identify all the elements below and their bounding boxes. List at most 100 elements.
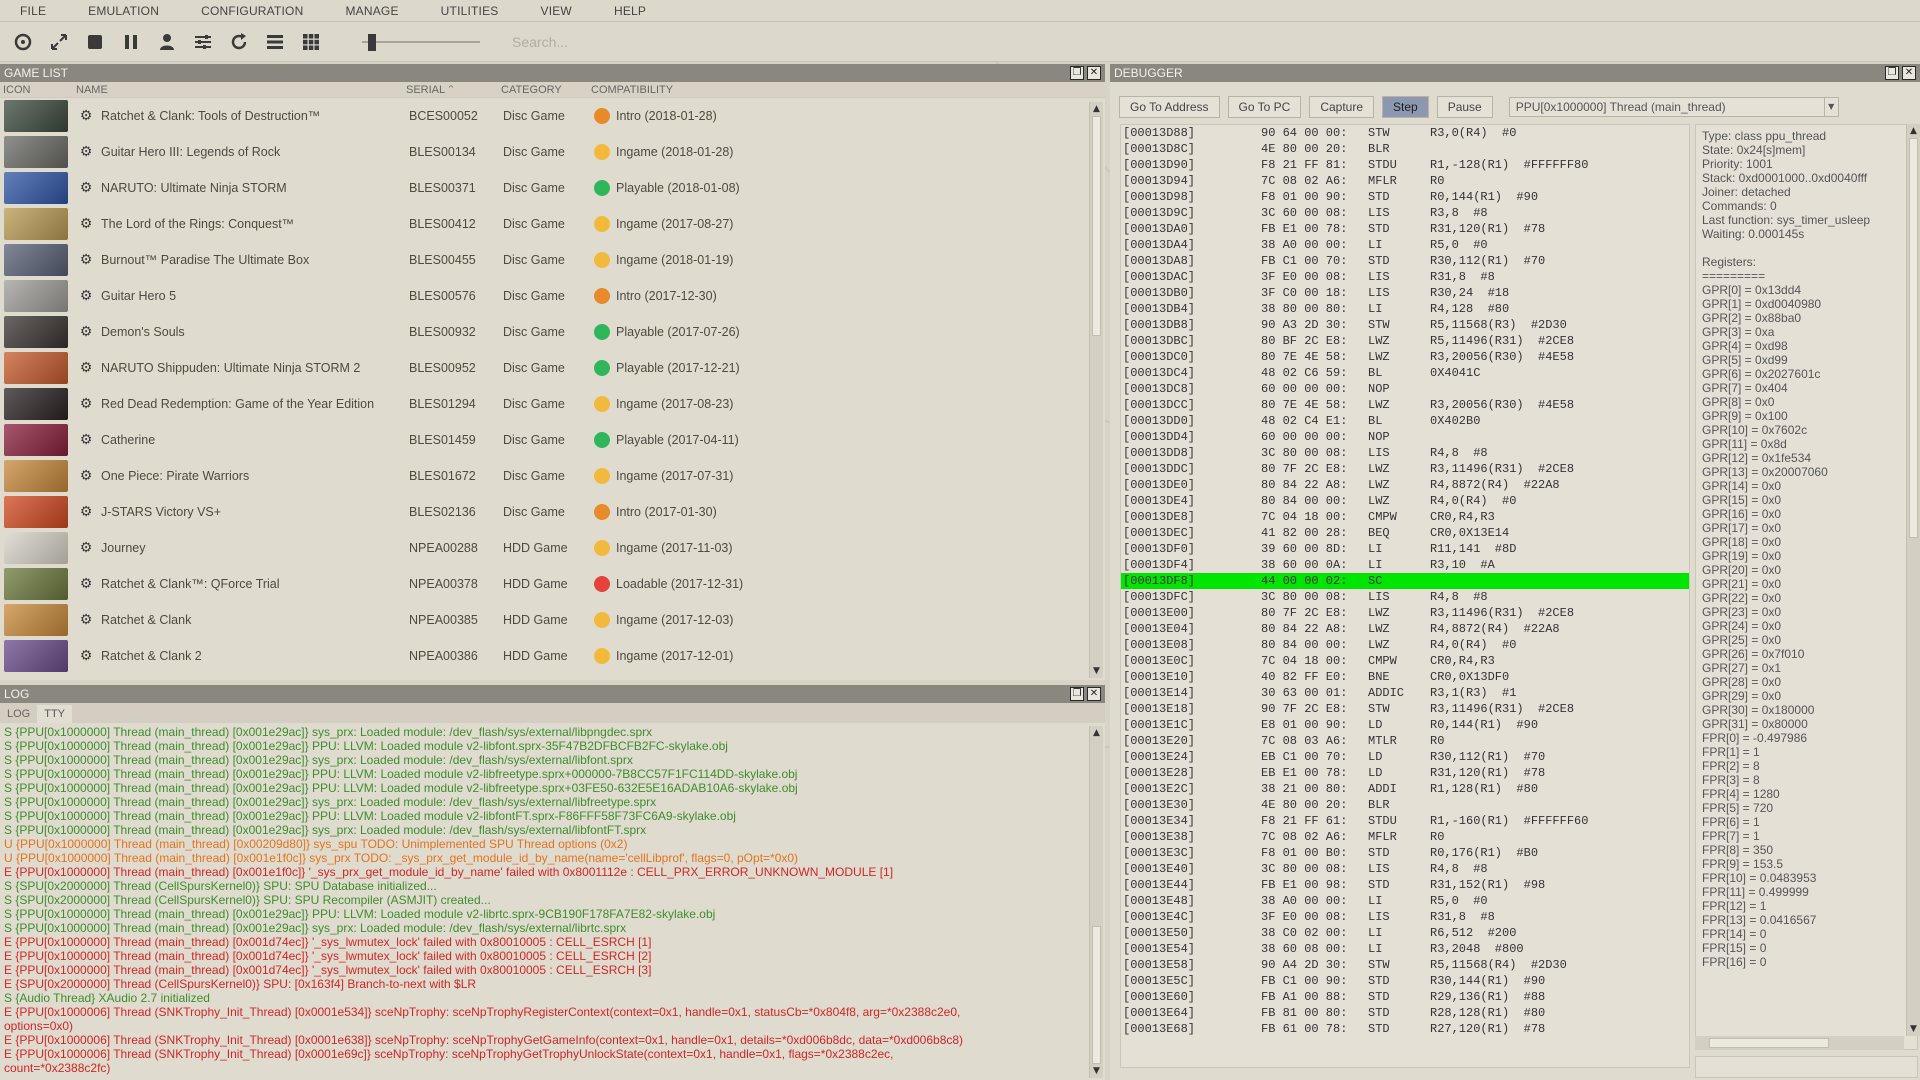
disassembly-line[interactable]: [00013E4C] 3F E0 00 08: LIS R31,8 #8: [1121, 909, 1689, 925]
disassembly-line[interactable]: [00013DC4] 48 02 C6 59: BL 0X4041C: [1121, 365, 1689, 381]
menu-manage[interactable]: MANAGE: [325, 4, 398, 18]
scroll-down-icon[interactable]: ▼: [1090, 664, 1103, 678]
disassembly-line[interactable]: [00013DBC] 80 BF 2C E8: LWZ R5,11496(R31) #…: [1121, 333, 1689, 349]
disassembly-line[interactable]: [00013E44] FB E1 00 98: STD R31,152(R1) #98: [1121, 877, 1689, 893]
disassembly-line[interactable]: [00013DC8] 60 00 00 00: NOP: [1121, 381, 1689, 397]
scroll-down-icon[interactable]: ▼: [1090, 1064, 1103, 1078]
close-icon[interactable]: ✕: [1902, 66, 1916, 80]
column-header-serial[interactable]: SERIAL ^: [403, 84, 498, 96]
disassembly-line[interactable]: [00013DE0] 80 84 22 A8: LWZ R4,8872(R4) #22…: [1121, 477, 1689, 493]
game-row[interactable]: ⚙ Red Dead Redemption: Game of the Year E…: [0, 386, 1087, 422]
disassembly-line[interactable]: [00013E3C] F8 01 00 B0: STD R0,176(R1) #B0: [1121, 845, 1689, 861]
game-row[interactable]: ⚙ Ratchet & Clank™: QForce Trial NPEA00378…: [0, 566, 1087, 602]
disassembly-line[interactable]: [00013E28] EB E1 00 78: LD R31,120(R1) #78: [1121, 765, 1689, 781]
scrollbar-thumb[interactable]: [1909, 138, 1918, 538]
disassembly-line[interactable]: [00013DB4] 38 80 00 80: LI R4,128 #80: [1121, 301, 1689, 317]
disassembly-line[interactable]: [00013E54] 38 60 08 00: LI R3,2048 #800: [1121, 941, 1689, 957]
menu-view[interactable]: VIEW: [520, 4, 571, 18]
disassembly-line[interactable]: [00013E34] F8 21 FF 61: STDU R1,-160(R1) #F…: [1121, 813, 1689, 829]
pause-button[interactable]: Pause: [1436, 96, 1493, 118]
menu-help[interactable]: HELP: [594, 4, 646, 18]
disassembly-line[interactable]: [00013E04] 80 84 22 A8: LWZ R4,8872(R4) #22…: [1121, 621, 1689, 637]
float-icon[interactable]: ❐: [1070, 66, 1084, 80]
disassembly-line[interactable]: [00013DF0] 39 60 00 8D: LI R11,141 #8D: [1121, 541, 1689, 557]
game-list-scrollbar[interactable]: ▲ ▼: [1089, 102, 1103, 678]
disassembly-line[interactable]: [00013DA4] 38 A0 00 00: LI R5,0 #0: [1121, 237, 1689, 253]
disassembly-line[interactable]: [00013E10] 40 82 FF E0: BNE CR0,0X13DF0: [1121, 669, 1689, 685]
disassembly-line[interactable]: [00013E60] FB A1 00 88: STD R29,136(R1) #88: [1121, 989, 1689, 1005]
disassembly-line[interactable]: [00013DAC] 3F E0 00 08: LIS R31,8 #8: [1121, 269, 1689, 285]
disassembly-line[interactable]: [00013DC0] 80 7E 4E 58: LWZ R3,20056(R30) #…: [1121, 349, 1689, 365]
pause-icon[interactable]: [118, 29, 144, 55]
slider-handle[interactable]: [368, 33, 376, 51]
scroll-up-icon[interactable]: ▲: [1090, 102, 1103, 116]
disassembly-line[interactable]: [00013D9C] 3C 60 00 08: LIS R3,8 #8: [1121, 205, 1689, 221]
float-icon[interactable]: ❐: [1070, 687, 1084, 701]
register-view[interactable]: Type: class ppu_thread State: 0x24[s]mem]…: [1695, 124, 1918, 1050]
disassembly-line[interactable]: [00013DD0] 48 02 C4 E1: BL 0X402B0: [1121, 413, 1689, 429]
disassembly-line[interactable]: [00013E0C] 7C 04 18 00: CMPW CR0,R4,R3: [1121, 653, 1689, 669]
game-row[interactable]: ⚙ NARUTO Shippuden: Ultimate Ninja STORM …: [0, 350, 1087, 386]
scroll-up-icon[interactable]: ▲: [1090, 726, 1103, 740]
scrollbar-thumb[interactable]: [1092, 926, 1101, 1064]
scroll-down-icon[interactable]: ▼: [1907, 1022, 1920, 1036]
game-row[interactable]: ⚙ Journey NPEA00288 HDD Game Ingame (2017-11…: [0, 530, 1087, 566]
float-icon[interactable]: ❐: [1885, 66, 1899, 80]
stop-icon[interactable]: [82, 29, 108, 55]
refresh-icon[interactable]: [226, 29, 252, 55]
disassembly-line[interactable]: [00013E68] FB 61 00 78: STD R27,120(R1) #78: [1121, 1021, 1689, 1037]
go-to-address-button[interactable]: Go To Address: [1119, 96, 1220, 118]
disassembly-line[interactable]: [00013D8C] 4E 80 00 20: BLR: [1121, 141, 1689, 157]
disassembly-line[interactable]: [00013DB8] 90 A3 2D 30: STW R5,11568(R3) #2…: [1121, 317, 1689, 333]
scroll-up-icon[interactable]: ▲: [1907, 124, 1920, 138]
disassembly-line[interactable]: [00013D98] F8 01 00 90: STD R0,144(R1) #90: [1121, 189, 1689, 205]
disassembly-line[interactable]: [00013E40] 3C 80 00 08: LIS R4,8 #8: [1121, 861, 1689, 877]
search-input[interactable]: [512, 28, 892, 55]
scrollbar-thumb[interactable]: [1709, 1038, 1829, 1048]
disassembly-line[interactable]: [00013DE4] 80 84 00 00: LWZ R4,0(R4) #0: [1121, 493, 1689, 509]
menu-emulation[interactable]: EMULATION: [68, 4, 159, 18]
disassembly-line[interactable]: [00013DA0] FB E1 00 78: STD R31,120(R1) #78: [1121, 221, 1689, 237]
game-row[interactable]: ⚙ Ratchet & Clank: Tools of Destruction™ B…: [0, 98, 1087, 134]
go-to-pc-button[interactable]: Go To PC: [1227, 96, 1302, 118]
disassembly-line[interactable]: [00013DEC] 41 82 00 28: BEQ CR0,0X13E14: [1121, 525, 1689, 541]
game-row[interactable]: ⚙ Guitar Hero III: Legends of Rock BLES001…: [0, 134, 1087, 170]
game-row[interactable]: ⚙ Ratchet & Clank 2 NPEA00386 HDD Game Ingam…: [0, 638, 1087, 674]
disassembly-line[interactable]: [00013E48] 38 A0 00 00: LI R5,0 #0: [1121, 893, 1689, 909]
grid-view-icon[interactable]: [298, 29, 324, 55]
step-button[interactable]: Step: [1382, 96, 1429, 118]
disassembly-line[interactable]: [00013E2C] 38 21 00 80: ADDI R1,128(R1) #80: [1121, 781, 1689, 797]
disassembly-line[interactable]: [00013E1C] E8 01 00 90: LD R0,144(R1) #90: [1121, 717, 1689, 733]
disassembly-line[interactable]: [00013E50] 38 C0 02 00: LI R6,512 #200: [1121, 925, 1689, 941]
game-row[interactable]: ⚙ J-STARS Victory VS+ BLES02136 Disc Game In…: [0, 494, 1087, 530]
disassembly-line[interactable]: [00013E5C] FB C1 00 90: STD R30,144(R1) #90: [1121, 973, 1689, 989]
menu-configuration[interactable]: CONFIGURATION: [181, 4, 303, 18]
disassembly-line[interactable]: [00013DD8] 3C 80 00 08: LIS R4,8 #8: [1121, 445, 1689, 461]
config-icon[interactable]: [190, 29, 216, 55]
disassembly-line[interactable]: [00013DF4] 38 60 00 0A: LI R3,10 #A: [1121, 557, 1689, 573]
game-row[interactable]: ⚙ One Piece: Pirate Warriors BLES01672 Disc…: [0, 458, 1087, 494]
capture-button[interactable]: Capture: [1309, 96, 1375, 118]
disassembly-view[interactable]: [00013D88] 90 64 00 00: STW R3,0(R4) #0 [000…: [1120, 124, 1690, 1068]
thread-select[interactable]: PPU[0x1000000] Thread (main_thread) ▼: [1508, 97, 1839, 117]
tab-tty[interactable]: TTY: [37, 705, 73, 723]
scrollbar-thumb[interactable]: [1092, 116, 1101, 336]
game-row[interactable]: ⚙ Catherine BLES01459 Disc Game Playable (20…: [0, 422, 1087, 458]
game-row[interactable]: ⚙ Demon's Souls BLES00932 Disc Game Playable…: [0, 314, 1087, 350]
fullscreen-icon[interactable]: [46, 29, 72, 55]
disassembly-line[interactable]: [00013DB0] 3F C0 00 18: LIS R30,24 #18: [1121, 285, 1689, 301]
list-view-icon[interactable]: [262, 29, 288, 55]
disassembly-line[interactable]: [00013E14] 30 63 00 01: ADDIC R3,1(R3) #1: [1121, 685, 1689, 701]
disassembly-line[interactable]: [00013DDC] 80 7F 2C E8: LWZ R3,11496(R31) #…: [1121, 461, 1689, 477]
column-header-category[interactable]: CATEGORY: [498, 84, 588, 96]
log-scrollbar[interactable]: ▲ ▼: [1089, 726, 1103, 1078]
disassembly-line[interactable]: [00013DD4] 60 00 00 00: NOP: [1121, 429, 1689, 445]
disassembly-line[interactable]: [00013E38] 7C 08 02 A6: MFLR R0: [1121, 829, 1689, 845]
register-hscrollbar[interactable]: [1695, 1036, 1904, 1050]
user-icon[interactable]: [154, 29, 180, 55]
column-header-compatibility[interactable]: COMPATIBILITY: [588, 84, 888, 96]
disc-icon[interactable]: [10, 29, 36, 55]
disassembly-line[interactable]: [00013DE8] 7C 04 18 00: CMPW CR0,R4,R3: [1121, 509, 1689, 525]
disassembly-line[interactable]: [00013D90] F8 21 FF 81: STDU R1,-128(R1) #F…: [1121, 157, 1689, 173]
disassembly-line[interactable]: [00013E58] 90 A4 2D 30: STW R5,11568(R4) #2…: [1121, 957, 1689, 973]
